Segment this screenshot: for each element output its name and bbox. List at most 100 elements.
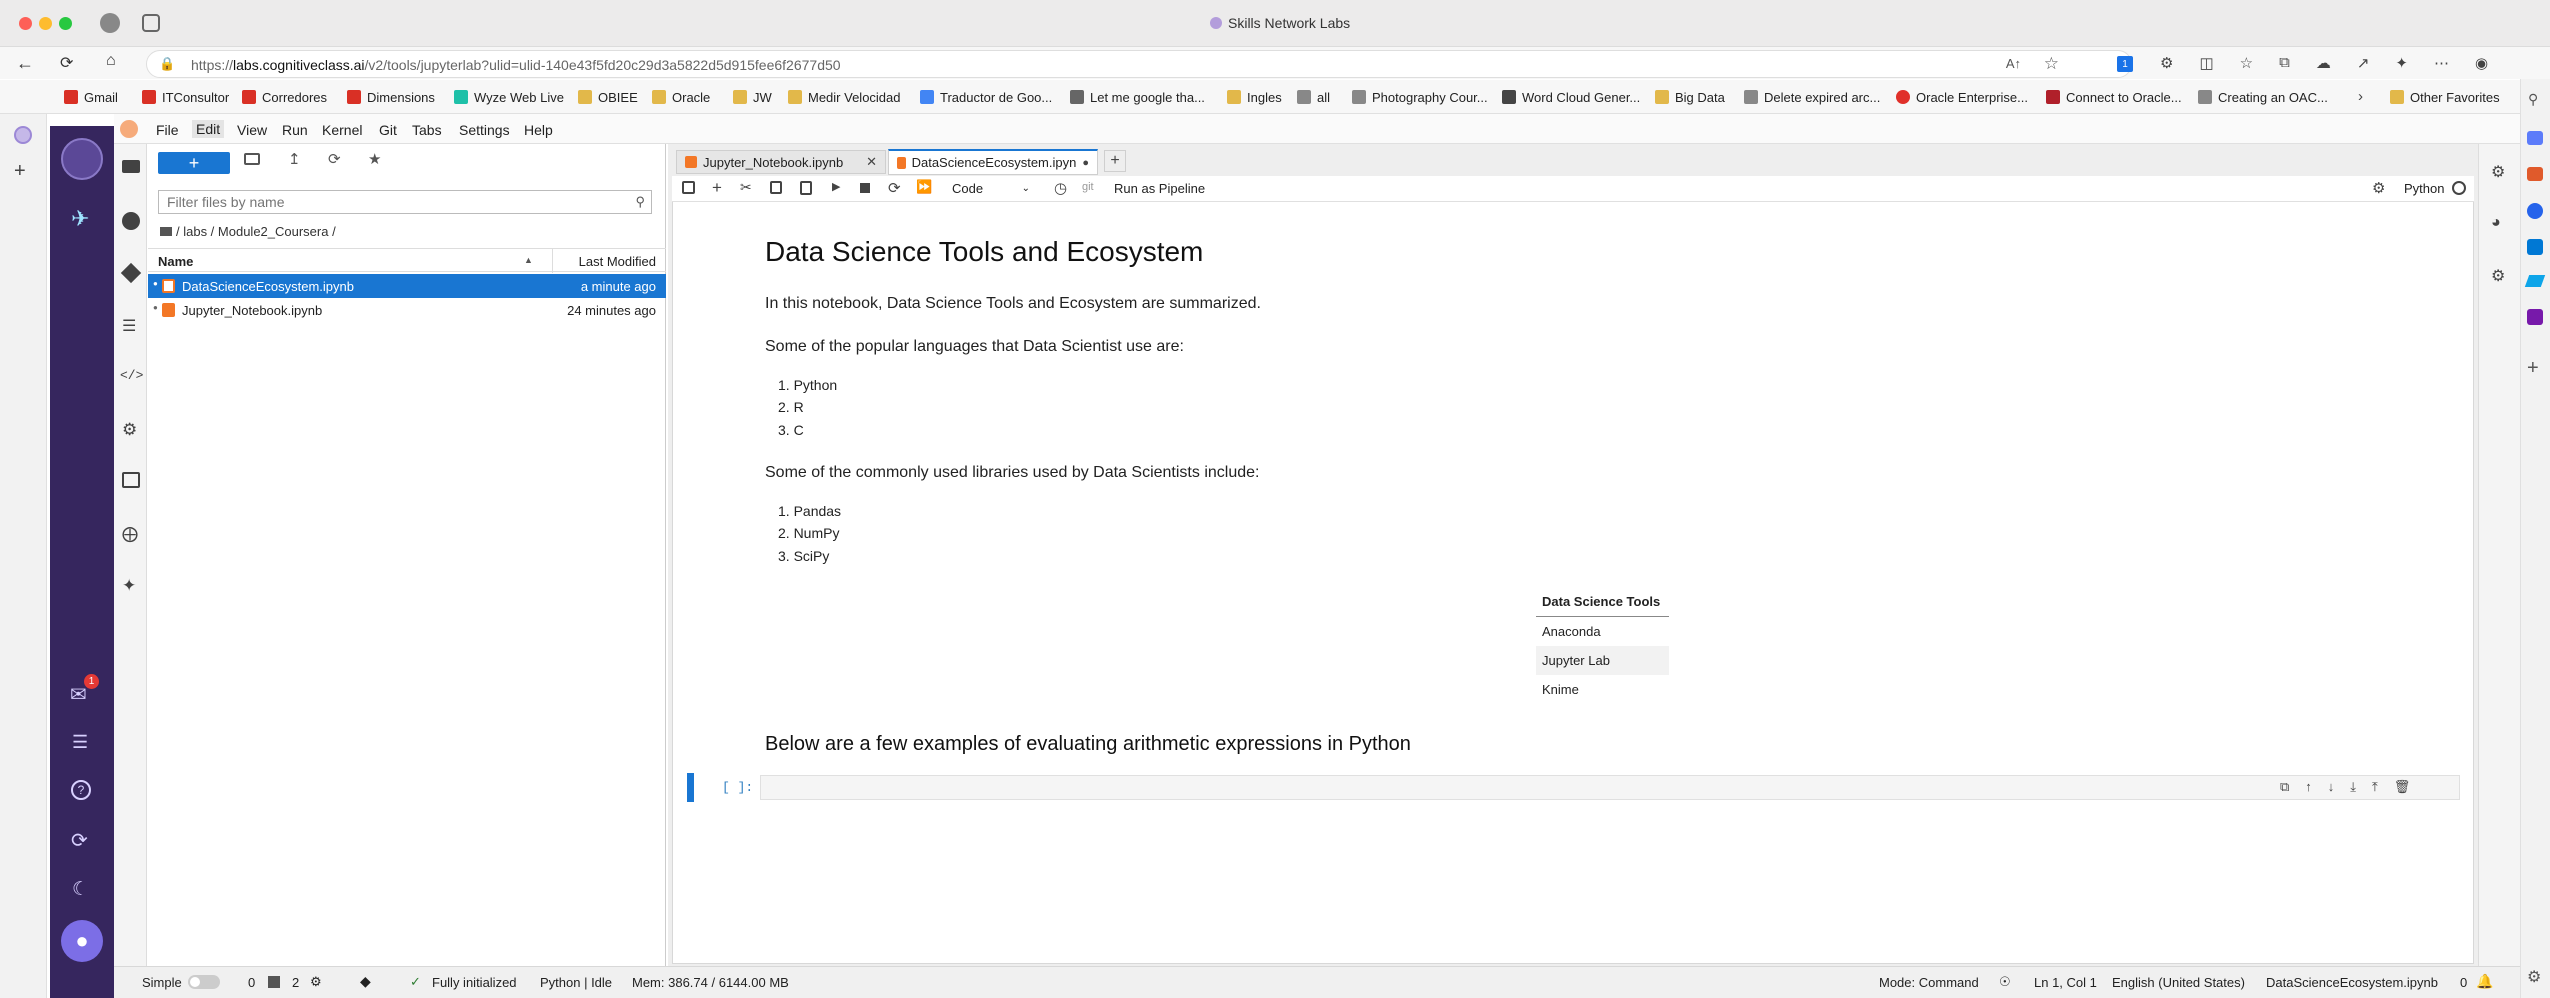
extension-icon[interactable]: ⚙ bbox=[2160, 54, 2173, 72]
split-screen-icon[interactable]: ◫ bbox=[2199, 54, 2213, 72]
tab-datascience-ecosystem[interactable]: DataScienceEcosystem.ipyn ● bbox=[888, 149, 1098, 175]
favorite-item[interactable]: Corredores bbox=[242, 88, 327, 106]
debugger-icon[interactable]: ⚙ bbox=[2491, 266, 2505, 286]
pipeline-icon[interactable] bbox=[122, 472, 140, 488]
favorite-item[interactable]: Word Cloud Gener... bbox=[1502, 88, 1640, 106]
name-column-header[interactable]: Name bbox=[158, 254, 193, 269]
simple-mode-toggle[interactable] bbox=[188, 975, 220, 989]
menu-kernel[interactable]: Kernel bbox=[322, 122, 362, 138]
add-sidebar-app-icon[interactable]: + bbox=[2527, 357, 2539, 380]
favorite-item[interactable]: Connect to Oracle... bbox=[2046, 88, 2182, 106]
new-tab-icon[interactable]: + bbox=[14, 160, 26, 183]
favorite-item[interactable]: Traductor de Goo... bbox=[920, 88, 1052, 106]
dark-mode-icon[interactable]: ☾ bbox=[72, 878, 89, 901]
duplicate-cell-icon[interactable]: ⧉ bbox=[2280, 779, 2289, 795]
favorite-item[interactable]: Delete expired arc... bbox=[1744, 88, 1880, 106]
move-up-icon[interactable]: ↑ bbox=[2305, 779, 2312, 795]
favorite-star-icon[interactable]: ☆ bbox=[2044, 54, 2059, 74]
git-icon[interactable] bbox=[120, 262, 142, 284]
sort-ascending-icon[interactable]: ▲ bbox=[524, 255, 533, 265]
collections-icon[interactable]: ⧉ bbox=[2279, 54, 2290, 72]
maximize-window-button[interactable] bbox=[59, 17, 72, 30]
favorite-item[interactable]: Wyze Web Live bbox=[454, 88, 564, 106]
other-favorites[interactable]: Other Favorites bbox=[2390, 88, 2500, 106]
run-icon[interactable]: ▶ bbox=[832, 180, 840, 193]
copilot-icon[interactable]: ✦ bbox=[2395, 54, 2408, 72]
insert-below-icon[interactable]: ⤒ bbox=[2372, 779, 2378, 795]
resource-usage-icon[interactable]: ◕ bbox=[2491, 214, 2501, 232]
notification-count[interactable]: 0 bbox=[2460, 975, 2467, 990]
inbox-icon[interactable]: ✉ bbox=[70, 682, 87, 707]
toolbox-icon[interactable] bbox=[2527, 167, 2543, 181]
minimize-window-button[interactable] bbox=[39, 17, 52, 30]
cell-type-select[interactable]: Code ⌄ bbox=[952, 179, 1034, 198]
share-icon[interactable]: ↗ bbox=[2357, 54, 2370, 72]
back-icon[interactable]: ← bbox=[16, 53, 34, 74]
settings-gear-icon[interactable]: ⚙ bbox=[2527, 967, 2541, 987]
menu-view[interactable]: View bbox=[237, 122, 267, 138]
menu-help[interactable]: Help bbox=[524, 122, 553, 138]
file-row[interactable]: ● Jupyter_Notebook.ipynb 24 minutes ago bbox=[148, 298, 666, 322]
history-icon[interactable]: ◷ bbox=[1054, 179, 1067, 197]
menu-run[interactable]: Run bbox=[282, 122, 308, 138]
code-snippets-icon[interactable]: </> bbox=[120, 368, 143, 383]
table-of-contents-icon[interactable]: ☰ bbox=[122, 316, 136, 336]
send-icon[interactable] bbox=[2524, 275, 2546, 287]
file-row[interactable]: ● DataScienceEcosystem.ipynb a minute ag… bbox=[148, 274, 666, 298]
new-launcher-button[interactable]: + bbox=[158, 152, 230, 174]
favorite-folder[interactable]: Big Data bbox=[1655, 88, 1725, 106]
run-pipeline-button[interactable]: Run as Pipeline bbox=[1114, 181, 1205, 196]
onenote-icon[interactable] bbox=[2527, 309, 2543, 325]
cut-icon[interactable]: ✂ bbox=[740, 179, 752, 196]
menu-tabs[interactable]: Tabs bbox=[412, 122, 442, 138]
menu-file[interactable]: File bbox=[156, 122, 179, 138]
favorite-item[interactable]: Let me google tha... bbox=[1070, 88, 1205, 106]
restart-run-all-icon[interactable]: ⏩ bbox=[916, 179, 932, 195]
chevron-right-icon[interactable]: › bbox=[2358, 88, 2363, 105]
favorite-item[interactable]: all bbox=[1297, 88, 1330, 106]
menu-git[interactable]: Git bbox=[379, 122, 397, 138]
restart-icon[interactable]: ⟳ bbox=[71, 828, 88, 853]
favorite-item[interactable]: Photography Cour... bbox=[1352, 88, 1488, 106]
modified-column-header[interactable]: Last Modified bbox=[579, 254, 656, 269]
favorite-item[interactable]: Gmail bbox=[64, 88, 118, 106]
tab-actions-icon[interactable] bbox=[142, 14, 160, 32]
instructions-icon[interactable]: ☰ bbox=[72, 732, 88, 753]
password-manager-icon[interactable]: 1 bbox=[2117, 56, 2133, 72]
address-bar[interactable]: 🔒 https://labs.cognitiveclass.ai/v2/tool… bbox=[146, 50, 2133, 78]
menu-edit[interactable]: Edit bbox=[192, 120, 225, 138]
close-window-button[interactable] bbox=[19, 17, 32, 30]
user-avatar[interactable]: ● bbox=[61, 920, 103, 962]
favorite-item[interactable]: Creating an OAC... bbox=[2198, 88, 2328, 106]
file-browser-icon[interactable] bbox=[122, 160, 140, 173]
git-branch-icon[interactable]: ◆ bbox=[360, 973, 371, 990]
notification-icon[interactable]: ☉ bbox=[1999, 974, 2011, 990]
active-tab-favicon-icon[interactable] bbox=[14, 126, 32, 144]
tag-icon[interactable] bbox=[2527, 131, 2543, 145]
favorite-folder[interactable]: JW bbox=[733, 88, 772, 106]
refresh-files-icon[interactable]: ⟳ bbox=[328, 150, 341, 168]
close-tab-icon[interactable]: ✕ bbox=[866, 154, 877, 170]
chat-icon[interactable]: ✈ bbox=[71, 206, 89, 232]
help-icon[interactable]: ? bbox=[71, 780, 91, 800]
debugger-icon[interactable]: ⚙ bbox=[2372, 179, 2385, 197]
profile-avatar[interactable] bbox=[100, 13, 120, 33]
terminals-count[interactable]: 0 bbox=[248, 975, 255, 990]
bell-icon[interactable]: 🔔 bbox=[2476, 973, 2493, 990]
skills-network-logo[interactable] bbox=[61, 138, 103, 180]
new-folder-icon[interactable] bbox=[244, 153, 260, 165]
git-diff-icon[interactable]: git bbox=[1082, 181, 1094, 193]
move-down-icon[interactable]: ↓ bbox=[2328, 779, 2335, 795]
property-inspector-icon[interactable]: ⚙ bbox=[122, 420, 137, 440]
favorite-folder[interactable]: Medir Velocidad bbox=[788, 88, 901, 106]
kernel-state[interactable]: Python | Idle bbox=[540, 975, 612, 990]
property-inspector-icon[interactable]: ⚙ bbox=[2491, 162, 2505, 182]
copy-icon[interactable] bbox=[770, 181, 782, 194]
outlook-icon[interactable] bbox=[2527, 239, 2543, 255]
delete-cell-icon[interactable]: 🗑 bbox=[2394, 779, 2411, 795]
stop-icon[interactable] bbox=[860, 183, 870, 193]
save-icon[interactable] bbox=[682, 181, 695, 194]
favorite-folder[interactable]: Ingles bbox=[1227, 88, 1282, 106]
favorite-item[interactable]: Dimensions bbox=[347, 88, 435, 106]
insert-above-icon[interactable]: ⤓ bbox=[2350, 779, 2356, 795]
